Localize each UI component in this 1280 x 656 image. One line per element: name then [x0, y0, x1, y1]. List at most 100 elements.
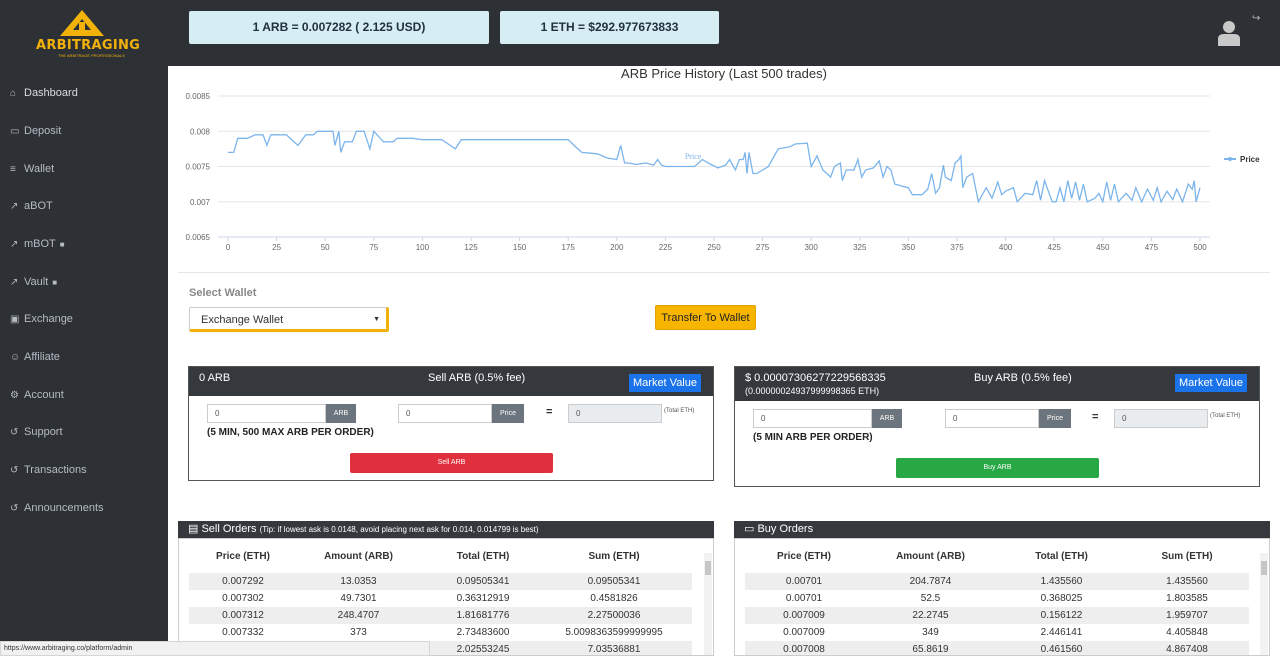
home-icon: ⌂: [10, 87, 17, 99]
sidebar-item-affiliate[interactable]: ☺ Affiliate: [10, 347, 60, 367]
table-row[interactable]: 0.007332 373 2.73483600 5.00983635999999…: [189, 624, 692, 641]
column-header: Amount (ARB): [896, 551, 965, 562]
line-chart-icon: ↗: [10, 200, 19, 212]
sell-amount-input[interactable]: 0: [207, 404, 326, 423]
money-icon: ▣: [10, 313, 20, 325]
buy-arb-button[interactable]: Buy ARB: [896, 458, 1099, 478]
sidebar-item-vault[interactable]: ↗ Vault ■: [10, 272, 57, 292]
legend-marker: [1228, 157, 1232, 161]
x-tick-label: 300: [805, 243, 819, 252]
x-tick-label: 275: [756, 243, 770, 252]
x-tick-label: 450: [1096, 243, 1110, 252]
y-tick-label: 0.0065: [186, 233, 211, 242]
x-tick-label: 225: [659, 243, 673, 252]
legend-label: Price: [1240, 155, 1260, 164]
sell-panel-header: 0 ARB Sell ARB (0.5% fee) Market Value: [189, 367, 713, 396]
history-icon: ↺: [10, 502, 19, 514]
scrollbar[interactable]: [704, 553, 712, 655]
table-row[interactable]: 0.007009 349 2.446141 4.405848: [745, 624, 1249, 641]
scrollbar[interactable]: [1260, 553, 1268, 655]
sidebar-item-transactions[interactable]: ↺ Transactions: [10, 460, 87, 480]
table-row[interactable]: 0.007008 65.8619 0.461560 4.867408: [745, 641, 1249, 655]
scrollbar-thumb[interactable]: [1261, 561, 1267, 575]
sidebar-item-account[interactable]: ⚙ Account: [10, 385, 64, 405]
logo[interactable]: ARBITRAGING THE ARBITRAGE PROFESSIONALS: [0, 0, 168, 66]
x-tick-label: 125: [464, 243, 478, 252]
x-tick-label: 100: [416, 243, 430, 252]
x-tick-label: 75: [369, 243, 378, 252]
sell-total-label: (Total ETH): [664, 408, 695, 414]
table-row[interactable]: 0.00701 204.7874 1.435560 1.435560: [745, 573, 1249, 590]
sidebar-item-deposit[interactable]: ▭ Deposit: [10, 121, 61, 141]
buy-market-value-button[interactable]: Market Value: [1175, 374, 1247, 392]
arb-balance: 0 ARB: [199, 372, 231, 384]
sidebar-item-support[interactable]: ↺ Support: [10, 422, 63, 442]
sell-price-input[interactable]: 0: [398, 404, 492, 423]
usd-balance: $ 0.00007306277229568335: [745, 372, 886, 384]
table-row[interactable]: 0.007302 49.7301 0.36312919 0.4581826: [189, 590, 692, 607]
buy-title: Buy ARB (0.5% fee): [974, 372, 1072, 384]
buy-orders-table: Price (ETH) Amount (ARB) Total (ETH) Sum…: [734, 538, 1270, 656]
x-tick-label: 475: [1145, 243, 1159, 252]
x-tick-label: 350: [902, 243, 916, 252]
table-row[interactable]: 0.007009 22.2745 0.156122 1.959707: [745, 607, 1249, 624]
sidebar-item-dashboard[interactable]: ⌂ Dashboard: [10, 83, 78, 103]
column-header: Price (ETH): [777, 551, 831, 562]
column-header: Total (ETH): [1035, 551, 1088, 562]
sell-orders-tip: (Tip: if lowest ask is 0.0148, avoid pla…: [259, 525, 539, 534]
user-icon[interactable]: [1218, 20, 1240, 46]
caret-down-icon: ▼: [373, 316, 380, 323]
line-chart-icon: ↗: [10, 238, 19, 250]
x-tick-label: 425: [1048, 243, 1062, 252]
sidebar-item-exchange[interactable]: ▣ Exchange: [10, 309, 73, 329]
cart-icon: ▤: [188, 523, 199, 535]
sell-arb-button[interactable]: Sell ARB: [350, 453, 553, 473]
lock-icon: ■: [52, 277, 58, 287]
x-tick-label: 250: [707, 243, 721, 252]
transfer-to-wallet-button[interactable]: Transfer To Wallet: [655, 305, 756, 330]
table-header-row: Price (ETH) Amount (ARB) Total (ETH) Sum…: [745, 548, 1249, 565]
buy-amount-input[interactable]: 0: [753, 409, 872, 428]
buy-price-input[interactable]: 0: [945, 409, 1039, 428]
select-wallet-label: Select Wallet: [189, 287, 257, 299]
column-header: Sum (ETH): [588, 551, 640, 562]
column-header: Sum (ETH): [1161, 551, 1213, 562]
sidebar-item-mbot[interactable]: ↗ mBOT ■: [10, 234, 65, 254]
scrollbar-thumb[interactable]: [705, 561, 711, 575]
table-header-row: Price (ETH) Amount (ARB) Total (ETH) Sum…: [189, 548, 682, 565]
y-tick-label: 0.0085: [186, 92, 211, 101]
logout-icon[interactable]: ↪: [1252, 13, 1260, 24]
sell-price-addon: Price: [492, 404, 524, 423]
table-row[interactable]: 0.007292 13.0353 0.09505341 0.09505341: [189, 573, 692, 590]
sell-orders-title: Sell Orders: [201, 523, 257, 535]
y-tick-label: 0.0075: [186, 163, 211, 172]
arb-rate-badge: 1 ARB = 0.007282 ( 2.125 USD): [189, 11, 489, 44]
sell-orders-header: ▤ Sell Orders (Tip: if lowest ask is 0.0…: [178, 521, 714, 538]
line-chart-icon: ↗: [10, 276, 19, 288]
buy-order-limits: (5 MIN ARB PER ORDER): [753, 432, 873, 443]
column-header: Price (ETH): [216, 551, 270, 562]
table-row[interactable]: 0.00701 52.5 0.368025 1.803585: [745, 590, 1249, 607]
card-icon: ▭: [744, 523, 755, 535]
sidebar-item-abot[interactable]: ↗ aBOT: [10, 196, 53, 216]
x-tick-label: 150: [513, 243, 527, 252]
buy-price-addon: Price: [1039, 409, 1071, 428]
x-tick-label: 375: [950, 243, 964, 252]
x-tick-label: 25: [272, 243, 281, 252]
sell-title: Sell ARB (0.5% fee): [428, 372, 526, 384]
logo-text: ARBITRAGING: [36, 38, 141, 53]
buy-orders-header: ▭ Buy Orders: [734, 521, 1270, 538]
history-icon: ↺: [10, 426, 19, 438]
wallet-select[interactable]: Exchange Wallet ▼: [189, 307, 389, 332]
cogs-icon: ⚙: [10, 389, 19, 401]
browser-status-url: https://www.arbitraging.co/platform/admi…: [0, 641, 430, 656]
x-tick-label: 400: [999, 243, 1013, 252]
sell-market-value-button[interactable]: Market Value: [629, 374, 701, 392]
sell-order-limits: (5 MIN, 500 MAX ARB PER ORDER): [207, 427, 374, 438]
table-row[interactable]: 0.007312 248.4707 1.81681776 2.27500036: [189, 607, 692, 624]
buy-amount-addon: ARB: [872, 409, 902, 428]
lock-icon: ■: [59, 239, 65, 249]
sidebar-item-announcements[interactable]: ↺ Announcements: [10, 498, 104, 518]
sidebar-item-wallet[interactable]: ≡ Wallet: [10, 159, 54, 179]
sell-amount-addon: ARB: [326, 404, 356, 423]
